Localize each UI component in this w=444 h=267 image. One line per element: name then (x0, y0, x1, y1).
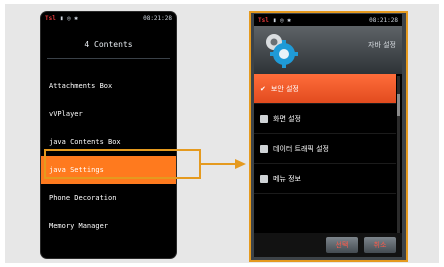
network-icon: Tsl (258, 16, 269, 24)
status-time: 08:21:28 (143, 14, 172, 22)
menu-item-vvplayer[interactable]: vVPlayer (41, 100, 176, 128)
gear-icon (266, 34, 298, 68)
settings-item-security[interactable]: ✔ 보안 설정 (254, 74, 396, 104)
number-badge-icon (260, 144, 268, 153)
left-phone-screen: Tsl ▮ ◎ ✱ 08:21:28 4 Contents Attachment… (41, 12, 176, 258)
network-icon: Tsl (45, 14, 56, 22)
settings-item-label: 보안 설정 (270, 84, 299, 93)
cancel-button[interactable]: 취소 (364, 237, 396, 253)
settings-item-data-traffic[interactable]: 데이터 트래픽 설정 (254, 134, 396, 164)
status-time: 08:21:28 (369, 16, 398, 24)
menu-item-attachments-box[interactable]: Attachments Box (41, 72, 176, 100)
selection-highlight-frame (44, 149, 201, 179)
settings-item-menu-info[interactable]: 메뉴 정보 (254, 164, 396, 194)
arrow-connector-icon (201, 159, 246, 169)
settings-item-label: 화면 설정 (273, 114, 301, 123)
settings-header: 자바 설정 (254, 26, 402, 74)
softkey-bar: 선택 취소 (254, 233, 402, 257)
select-button[interactable]: 선택 (326, 237, 358, 253)
settings-item-label: 메뉴 정보 (273, 174, 301, 183)
scrollbar[interactable] (397, 76, 400, 248)
check-icon: ✔ (260, 84, 266, 93)
menu-item-memory-manager[interactable]: Memory Manager (41, 212, 176, 240)
title-divider (47, 58, 170, 59)
page-title: 4 Contents (84, 40, 133, 49)
right-status-bar: Tsl ▮ ◎ ✱ 08:21:28 (254, 14, 402, 26)
signal-icon: ▮ ◎ ✱ (272, 16, 291, 24)
right-phone-screen: Tsl ▮ ◎ ✱ 08:21:28 자바 설정 ✔ 보안 설정 화면 설정 데… (254, 14, 402, 257)
number-badge-icon (260, 114, 268, 123)
menu-item-phone-decoration[interactable]: Phone Decoration (41, 184, 176, 212)
number-badge-icon (260, 174, 268, 183)
signal-icon: ▮ ◎ ✱ (59, 14, 78, 22)
settings-list: ✔ 보안 설정 화면 설정 데이터 트래픽 설정 메뉴 정보 (254, 74, 396, 194)
settings-item-label: 데이터 트래픽 설정 (273, 144, 329, 153)
header-title: 자바 설정 (368, 41, 396, 49)
scrollbar-thumb[interactable] (397, 94, 400, 116)
left-status-bar: Tsl ▮ ◎ ✱ 08:21:28 (41, 12, 176, 24)
settings-item-display[interactable]: 화면 설정 (254, 104, 396, 134)
